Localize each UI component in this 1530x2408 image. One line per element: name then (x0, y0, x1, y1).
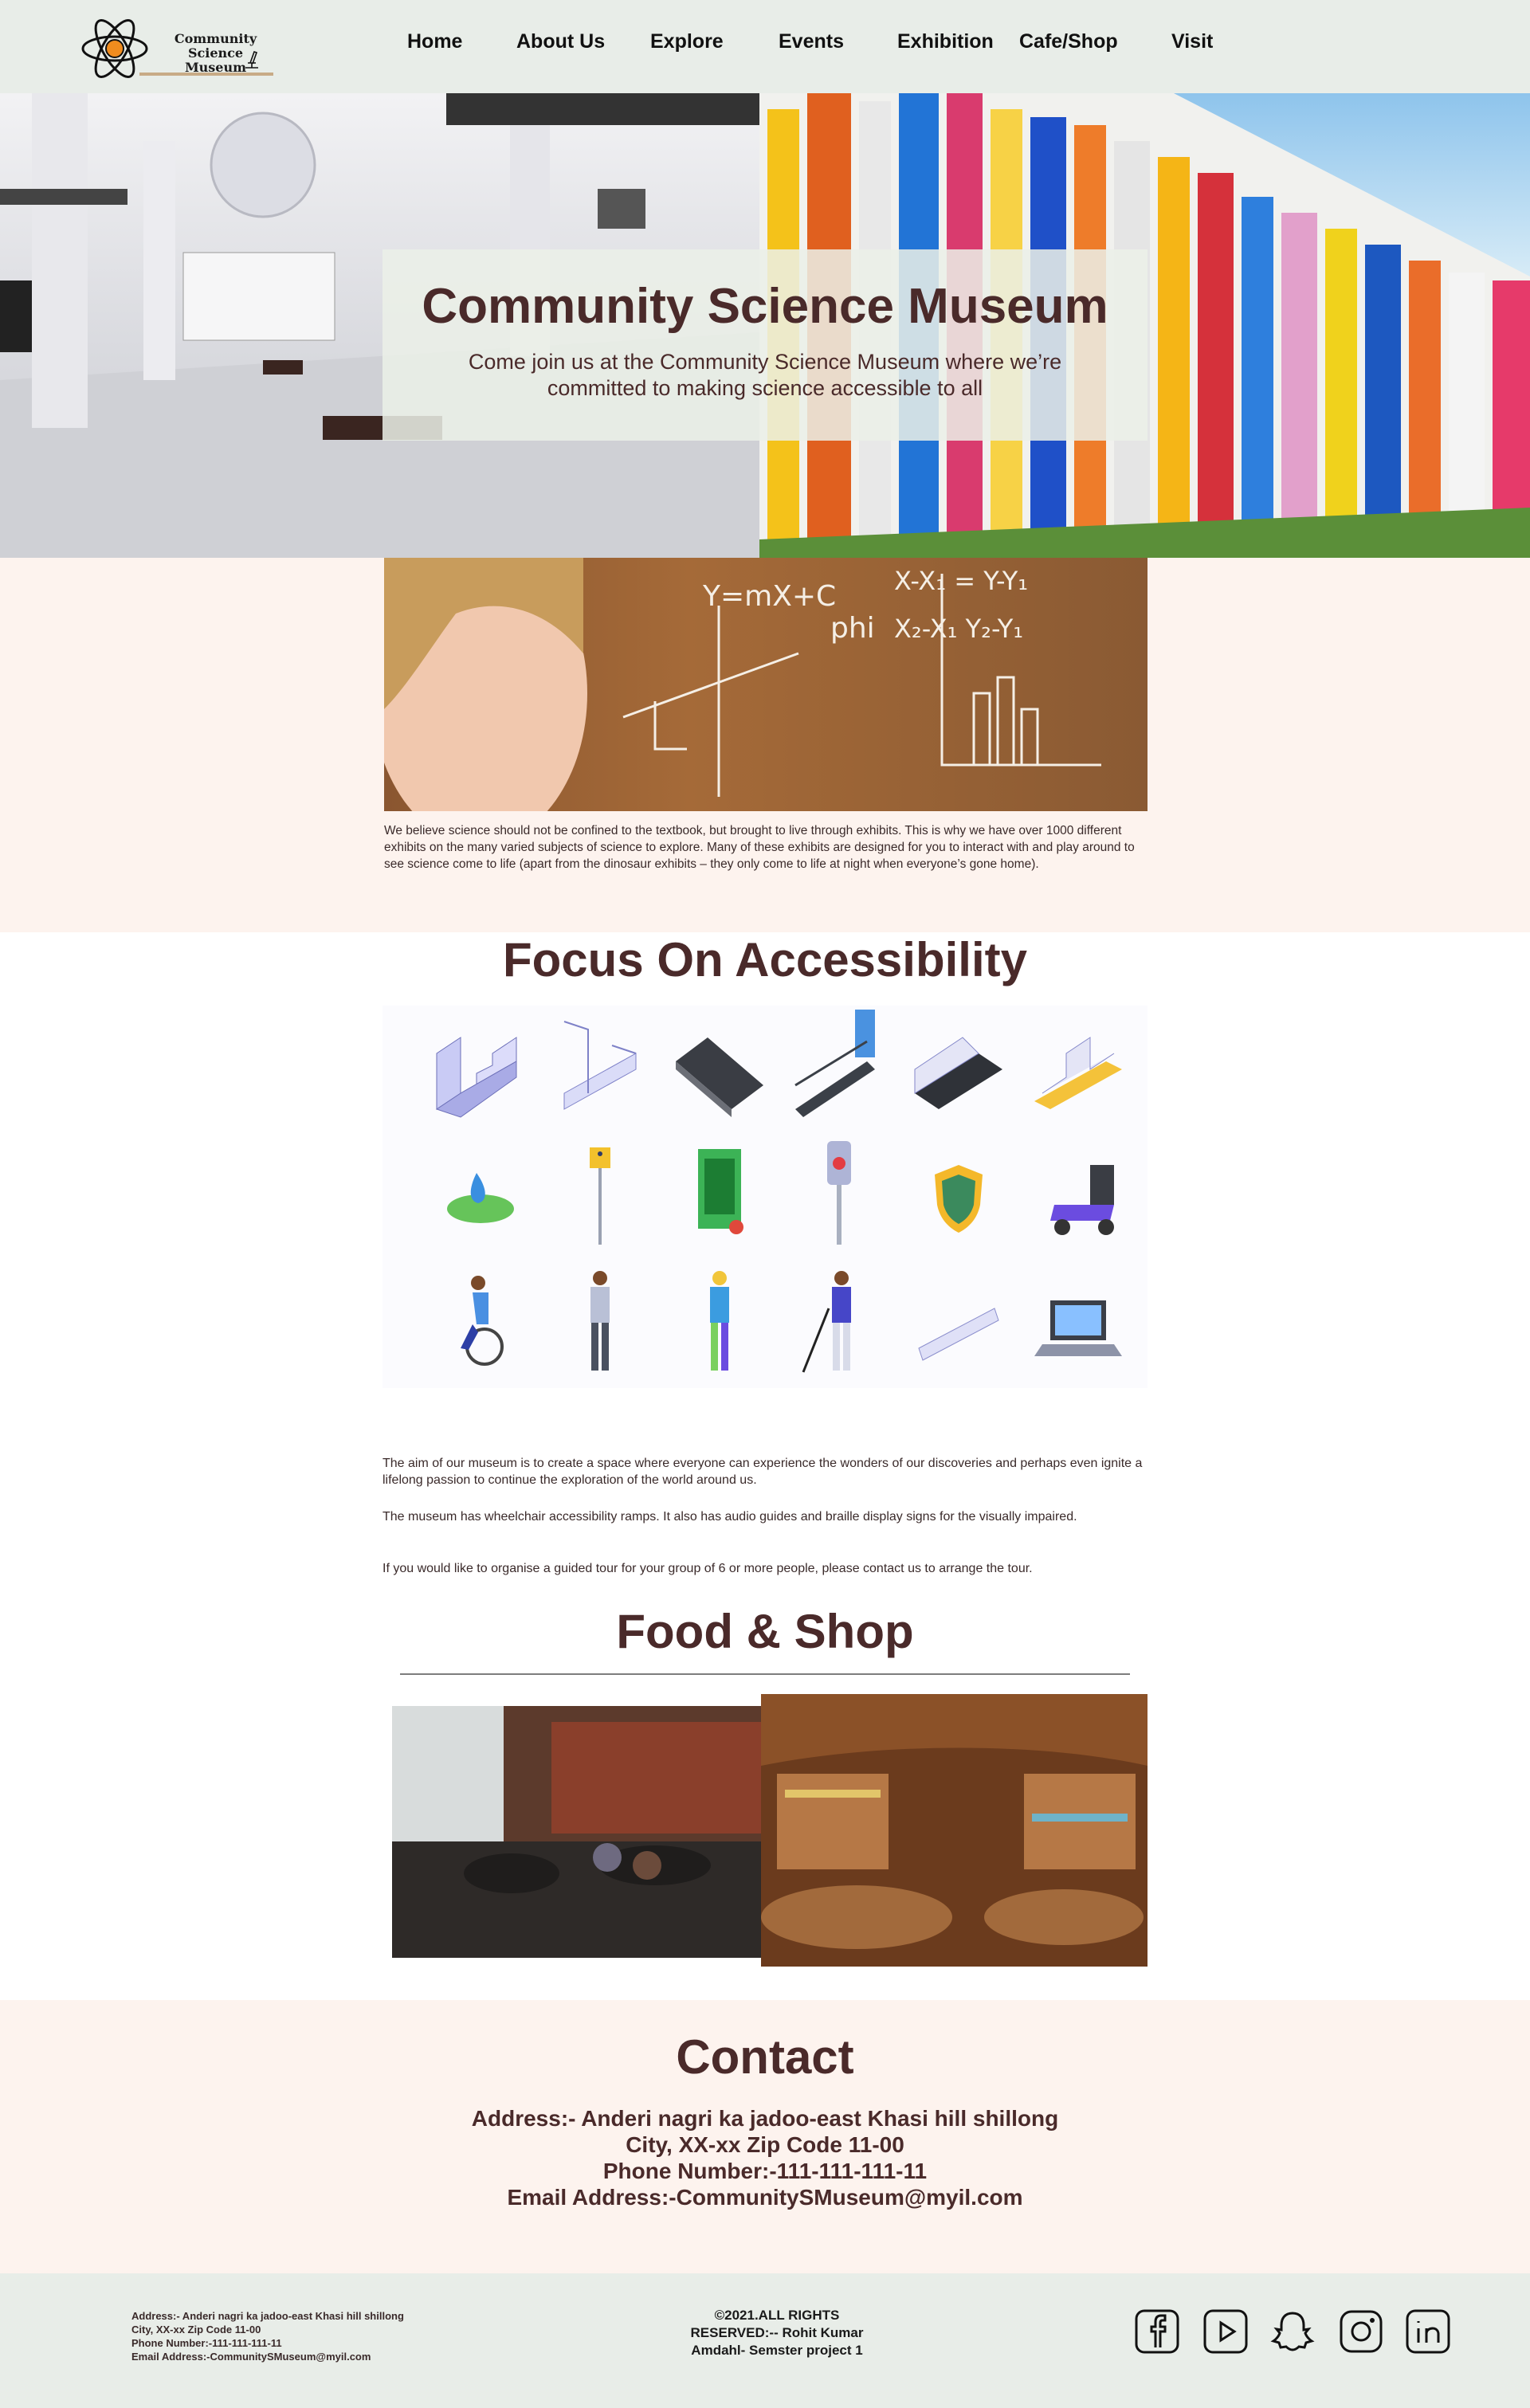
person-with-prosthetic-icon (710, 1271, 729, 1371)
contact-city: City, XX-xx Zip Code 11-00 (626, 2132, 904, 2157)
contact-details: Address:- Anderi nagri ka jadoo-east Kha… (0, 2105, 1530, 2210)
svg-text:Y=mX+C: Y=mX+C (702, 580, 836, 613)
nav-exhibition[interactable]: Exhibition (897, 30, 994, 53)
braille-laptop-icon (1034, 1300, 1122, 1356)
youtube-icon[interactable] (1203, 2309, 1248, 2354)
accessibility-paragraph-1: The aim of our museum is to create a spa… (382, 1457, 1143, 1487)
accessibility-heading: Focus On Accessibility (503, 933, 1027, 986)
site-header: Community Science Museum Home About Us E… (0, 0, 1530, 93)
stairs-with-lift-icon (435, 1037, 517, 1118)
contact-email[interactable]: Email Address:-CommunitySMuseum@myil.com (0, 2184, 1530, 2210)
footer-city: City, XX-xx Zip Code 11-00 (131, 2324, 261, 2335)
museum-logo[interactable]: Community Science Museum (80, 14, 277, 83)
water-drop-leaf-icon (447, 1173, 514, 1223)
svg-text:X-X₁ = Y-Y₁: X-X₁ = Y-Y₁ (894, 566, 1028, 596)
instagram-icon[interactable] (1339, 2309, 1383, 2354)
contact-section: Contact Address:- Anderi nagri ka jadoo-… (0, 2000, 1530, 2273)
contact-heading: Contact (676, 2030, 854, 2084)
site-footer: Address:- Anderi nagri ka jadoo-east Kha… (0, 2273, 1530, 2408)
escalator-icon (676, 1037, 763, 1117)
tactile-stairs-icon (1034, 1037, 1122, 1109)
ramp-icon (918, 1308, 999, 1361)
wheelchair-user-icon (461, 1276, 504, 1366)
microscope-icon (245, 50, 258, 69)
food-divider (400, 1673, 1130, 1675)
footer-phone: Phone Number:-111-111-111-11 (131, 2337, 282, 2349)
gift-shop-image (761, 1694, 1148, 1967)
accessibility-sign-icon (590, 1147, 610, 1245)
hero-subtitle: Come join us at the Community Science Mu… (468, 350, 1062, 400)
footer-address: Address:- Anderi nagri ka jadoo-east Kha… (131, 2310, 404, 2322)
logo-underline (139, 73, 273, 76)
contact-phone[interactable]: Phone Number:-111-111-111-11 (0, 2158, 1530, 2184)
svg-text:X₂-X₁ Y₂-Y₁: X₂-X₁ Y₂-Y₁ (894, 614, 1023, 644)
nav-about-us[interactable]: About Us (516, 30, 605, 53)
footer-copyright: ©2021.ALL RIGHTS RESERVED:-- Rohit Kumar… (690, 2308, 864, 2358)
accessibility-icon-grid (382, 1006, 1148, 1388)
nav-explore[interactable]: Explore (650, 30, 724, 53)
food-shop-heading: Food & Shop (616, 1605, 914, 1658)
person-with-crutch-icon (590, 1271, 610, 1371)
person-with-cane-icon (802, 1271, 851, 1373)
nav-home[interactable]: Home (407, 30, 462, 53)
intro-paragraph: We believe science should not be confine… (384, 824, 1135, 871)
footer-email: Email Address:-CommunitySMuseum@myil.com (131, 2351, 371, 2363)
hero-title: Community Science Museum (422, 279, 1108, 334)
accessibility-paragraph-3: If you would like to organise a guided t… (382, 1562, 1033, 1575)
ramp-stairs-icon (563, 1021, 637, 1110)
stair-lift-icon (914, 1037, 1002, 1109)
nav-cafe-shop[interactable]: Cafe/Shop (1019, 30, 1118, 53)
logo-line-1: Community Science (174, 31, 257, 61)
linkedin-icon[interactable] (1406, 2309, 1450, 2354)
facebook-icon[interactable] (1135, 2309, 1179, 2354)
accessibility-paragraph-2: The museum has wheelchair accessibility … (382, 1510, 1077, 1524)
girl-chalkboard-image: Y=mX+C phi X-X₁ = Y-Y₁ X₂-X₁ Y₂-Y₁ (384, 558, 1148, 811)
crosswalk-button-icon (827, 1141, 851, 1245)
snapchat-icon[interactable] (1270, 2309, 1315, 2354)
nav-visit[interactable]: Visit (1171, 30, 1213, 53)
ramp-with-door-icon (794, 1010, 875, 1117)
intro-section: Y=mX+C phi X-X₁ = Y-Y₁ X₂-X₁ Y₂-Y₁ We be… (0, 558, 1530, 932)
cafe-image (392, 1706, 761, 1958)
hero-banner: Community Science Museum Come join us at… (0, 93, 1530, 558)
nav-events[interactable]: Events (779, 30, 844, 53)
svg-text:phi: phi (830, 612, 875, 645)
hero-card: Community Science Museum Come join us at… (382, 249, 1148, 441)
mobility-scooter-icon (1050, 1165, 1114, 1235)
footer-address-block: Address:- Anderi nagri ka jadoo-east Kha… (131, 2309, 466, 2363)
shield-badge-icon (935, 1165, 983, 1233)
contact-address: Address:- Anderi nagri ka jadoo-east Kha… (471, 2106, 1059, 2131)
logo-text: Community Science Museum (150, 32, 281, 75)
certificate-icon (698, 1149, 743, 1234)
